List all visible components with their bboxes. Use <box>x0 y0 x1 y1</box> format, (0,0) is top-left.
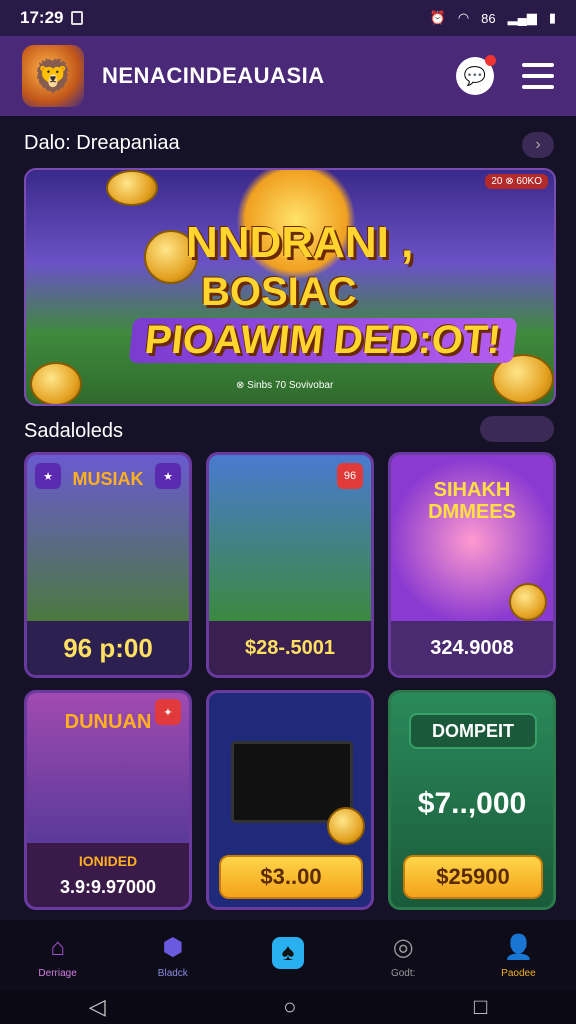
chat-icon: 💬 <box>463 65 487 86</box>
banner-title-line1: NNDRANI , <box>186 218 414 267</box>
profile-icon: 👤 <box>503 934 534 961</box>
game-card[interactable]: 96 $28-.5001 <box>206 452 374 678</box>
featured-banner[interactable]: 20 ⊗ 60KO NNDRANI , BOSIAC PIOAWIM DED:O… <box>24 168 556 406</box>
banner-title-line2: BOSIAC <box>201 270 357 314</box>
game-card[interactable]: ★ ★ MUSIAK 96 p:00 <box>24 452 192 678</box>
coin-icon <box>106 170 158 206</box>
network-label: 86 <box>481 10 496 26</box>
game-card-price: $28-.5001 <box>209 621 371 675</box>
coin-icon <box>30 362 82 404</box>
app-bar: 🦁 NENACINDEAUASIA 💬 <box>0 36 576 116</box>
game-card-title: SIHAKH DMMEES <box>428 479 516 523</box>
back-icon[interactable]: ◁ <box>89 994 106 1020</box>
spade-icon: ♠ <box>272 937 304 969</box>
app-logo[interactable]: 🦁 <box>22 45 84 107</box>
banner-corner-label: 20 ⊗ 60KO <box>485 174 548 189</box>
nav-blocks-label: Bladck <box>157 967 188 979</box>
nav-center[interactable]: ♠ <box>230 920 345 990</box>
status-icons: ⏰ ◠ 86 ▂▄▆ ▮ <box>430 10 556 26</box>
chevron-right-icon: › <box>535 136 541 153</box>
coin-icon <box>327 807 365 845</box>
selected-heading: Sadaloleds <box>24 420 123 442</box>
game-card-button[interactable]: $25900 <box>403 855 543 899</box>
game-card-price: 96 p:00 <box>27 621 189 675</box>
game-card[interactable]: DOMPEIT $7..,000 $25900 <box>388 690 556 910</box>
wifi-icon: ◠ <box>457 10 470 25</box>
menu-button[interactable] <box>522 63 554 89</box>
game-card-button[interactable]: $3..00 <box>219 855 363 899</box>
notification-icon <box>71 11 84 25</box>
chat-button[interactable]: 💬 <box>456 55 496 95</box>
selected-more-button[interactable] <box>480 416 554 442</box>
bottom-nav: ⌂ Derriage ⬢ Bladck ♠ ◎ Godt: 👤 Paodee <box>0 920 576 990</box>
home-circle-icon[interactable]: ○ <box>283 994 296 1020</box>
game-card-amount: $7..,000 <box>417 787 527 820</box>
coin-icon <box>509 583 547 621</box>
alarm-icon: ⏰ <box>429 10 446 25</box>
game-card-title: DOMPEIT <box>409 713 537 749</box>
menu-icon-bar <box>522 74 554 78</box>
status-time: 17:29 <box>20 8 64 27</box>
app-title: NENACINDEAUASIA <box>102 63 325 88</box>
nav-home-label: Derriage <box>38 967 77 979</box>
game-card-price: 3.9:9.97000 <box>59 876 157 897</box>
banner-caption: ⊗ Sinbs 70 Sovivobar <box>236 380 334 391</box>
system-nav: ◁ ○ □ <box>0 990 576 1024</box>
nav-home[interactable]: ⌂ Derriage <box>0 920 115 990</box>
menu-icon-bar <box>522 85 554 89</box>
chat-icon: ◎ <box>392 934 414 961</box>
nav-blocks[interactable]: ⬢ Bladck <box>115 920 230 990</box>
status-bar: 17:29 ⏰ ◠ 86 ▂▄▆ ▮ <box>0 0 576 36</box>
hot-badge: 96 <box>337 463 363 489</box>
block-icon: ⬢ <box>162 934 184 961</box>
game-card-title: DUNUAN <box>64 711 152 733</box>
notification-dot <box>485 55 496 66</box>
recents-icon[interactable]: □ <box>474 994 487 1020</box>
battery-icon: ▮ <box>548 10 556 25</box>
banner-title-line3: PIOAWIM DED:OT! <box>128 318 517 363</box>
game-card-price: 324.9008 <box>391 621 553 675</box>
game-card[interactable]: $3..00 <box>206 690 374 910</box>
game-card-title: MUSIAK <box>72 469 144 489</box>
menu-icon-bar <box>522 63 554 67</box>
nav-goals[interactable]: ◎ Godt: <box>346 920 461 990</box>
nav-profile[interactable]: 👤 Paodee <box>461 920 576 990</box>
nav-profile-label: Paodee <box>501 967 536 979</box>
featured-heading: Dalo: Dreapaniaa <box>24 132 180 154</box>
featured-more-button[interactable]: › <box>522 132 554 158</box>
nav-goals-label: Godt: <box>390 967 416 979</box>
signal-icon: ▂▄▆ <box>507 10 537 25</box>
game-card[interactable]: ✦ DUNUAN IONIDED 3.9:9.97000 <box>24 690 192 910</box>
game-card[interactable]: SIHAKH DMMEES 324.9008 <box>388 452 556 678</box>
home-icon: ⌂ <box>50 933 65 961</box>
